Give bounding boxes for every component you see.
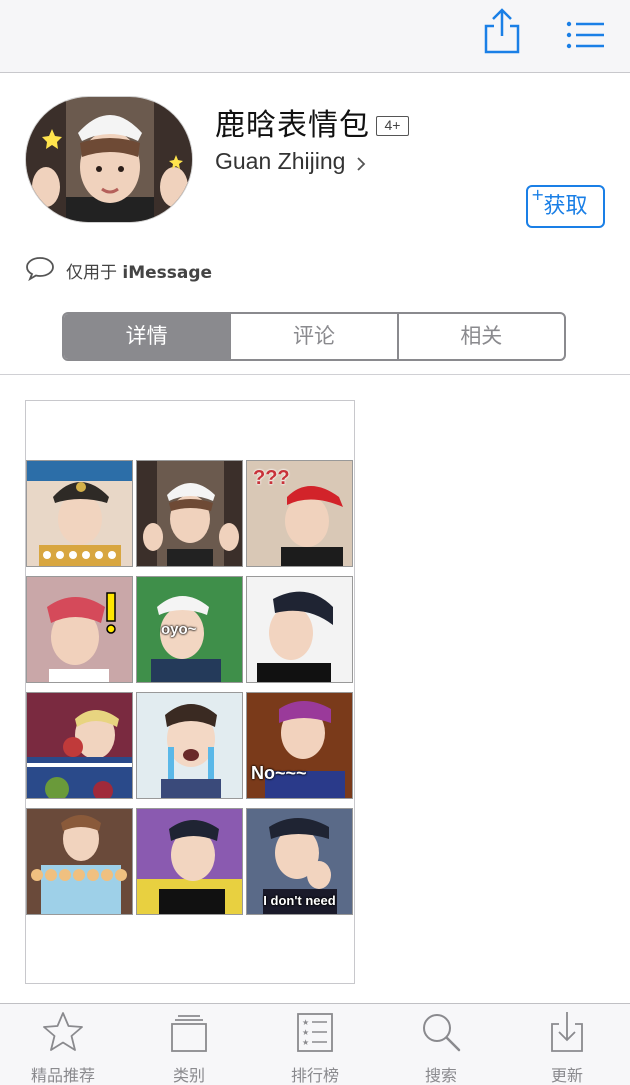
share-icon[interactable] [480,6,524,56]
app-screenshot[interactable]: ??? oyo~ No~~~ I don't need [25,400,355,984]
list-icon[interactable] [562,18,610,52]
developer-link[interactable]: Guan Zhijing [215,148,345,175]
sticker-item [136,460,243,567]
svg-text:★: ★ [302,1038,309,1047]
compat-prefix: 仅用于 [66,263,117,283]
sticker-caption: I don't need [263,893,336,908]
download-icon [551,1012,583,1052]
sticker-item: I don't need [246,808,353,915]
imessage-only-note: 仅用于 iMessage [66,258,212,283]
star-icon [43,1012,83,1051]
get-button[interactable]: + 获取 [526,185,605,228]
tab-search[interactable]: 搜索 [378,1004,504,1085]
tab-top-charts[interactable]: ★ ★ ★ 排行榜 [252,1004,378,1085]
plus-icon: + [531,185,545,204]
sticker-item [26,808,133,915]
tab-reviews[interactable]: 评论 [229,314,396,359]
top-navigation-bar [0,0,630,73]
tab-details[interactable]: 详情 [64,314,230,359]
tab-featured[interactable]: 精品推荐 [0,1004,126,1085]
ranking-list-icon: ★ ★ ★ [297,1013,333,1052]
tab-updates-label: 更新 [550,1066,583,1085]
sticker-item [136,692,243,799]
tab-top-charts-label: 排行榜 [290,1066,339,1085]
sticker-caption: oyo~ [161,621,197,638]
section-divider [0,374,630,375]
app-title: 鹿晗表情包 [215,108,370,143]
compat-platform: iMessage [122,263,213,283]
chevron-right-icon [356,156,366,172]
tab-search-label: 搜索 [424,1066,457,1085]
message-bubble-icon [25,255,55,282]
sticker-item [26,692,133,799]
tab-featured-label: 精品推荐 [30,1066,95,1085]
tab-categories-label: 类别 [172,1066,205,1085]
sticker-item [246,576,353,683]
bottom-tab-bar: 精品推荐 类别 ★ ★ ★ 排行榜 搜索 更新 [0,1003,630,1085]
svg-text:★: ★ [302,1018,309,1027]
sticker-item: ??? [246,460,353,567]
sticker-caption: No~~~ [251,763,307,783]
tab-updates[interactable]: 更新 [504,1004,630,1085]
stack-icon [171,1015,207,1052]
age-rating-badge: 4+ [376,116,409,136]
sticker-item [26,576,133,683]
search-icon [423,1014,461,1052]
sticker-item: oyo~ [136,576,243,683]
svg-text:★: ★ [302,1028,309,1037]
segmented-control: 详情 评论 相关 [62,312,566,361]
sticker-item: No~~~ [246,692,353,799]
app-icon [25,96,193,223]
sticker-caption: ??? [253,467,290,489]
sticker-item [136,808,243,915]
sticker-grid: ??? oyo~ No~~~ I don't need [26,460,354,915]
get-button-label: 获取 [543,194,588,219]
tab-categories[interactable]: 类别 [126,1004,252,1085]
sticker-item [26,460,133,567]
tab-related[interactable]: 相关 [396,314,564,359]
